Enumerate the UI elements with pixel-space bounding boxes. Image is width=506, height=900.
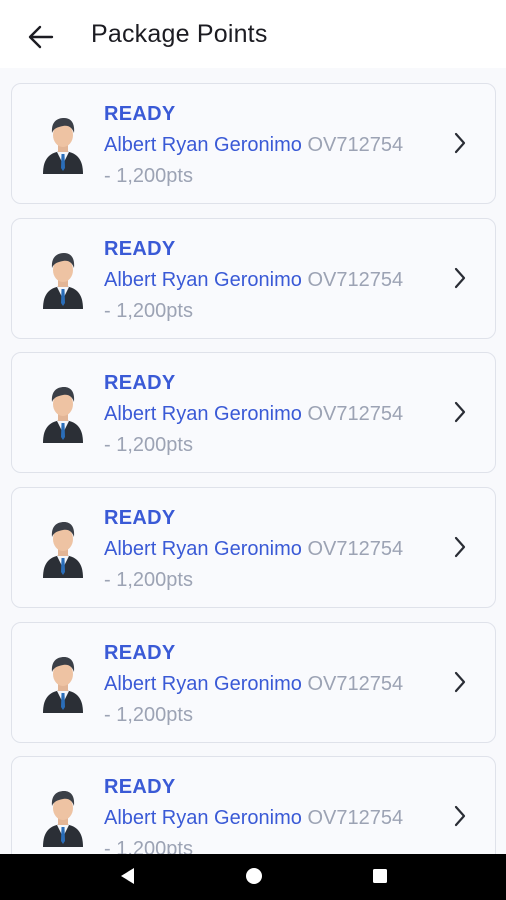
chevron-right-icon [454, 132, 466, 154]
package-card[interactable]: READY Albert Ryan Geronimo OV712754 - 1,… [11, 622, 496, 743]
businessman-avatar-icon [43, 387, 83, 443]
status-label: READY [104, 642, 176, 664]
member-line: Albert Ryan Geronimo OV712754 [104, 807, 403, 830]
package-list: READY Albert Ryan Geronimo OV712754 - 1,… [0, 68, 506, 854]
member-name: Albert Ryan Geronimo [104, 134, 302, 156]
system-navigation-bar [0, 854, 506, 900]
status-label: READY [104, 103, 176, 125]
package-card[interactable]: READY Albert Ryan Geronimo OV712754 - 1,… [11, 83, 496, 204]
points-value: - 1,200pts [104, 569, 193, 591]
chevron-right-icon [454, 536, 466, 558]
chevron-right-icon [454, 267, 466, 289]
member-name: Albert Ryan Geronimo [104, 538, 302, 560]
triangle-back-icon[interactable] [118, 866, 136, 886]
member-name: Albert Ryan Geronimo [104, 269, 302, 291]
package-card[interactable]: READY Albert Ryan Geronimo OV712754 - 1,… [11, 756, 496, 854]
back-button[interactable] [24, 20, 58, 54]
package-card[interactable]: READY Albert Ryan Geronimo OV712754 - 1,… [11, 487, 496, 608]
points-value: - 1,200pts [104, 300, 193, 322]
chevron-right-icon [454, 805, 466, 827]
circle-home-icon[interactable] [244, 866, 264, 886]
package-card[interactable]: READY Albert Ryan Geronimo OV712754 - 1,… [11, 352, 496, 473]
member-code: OV712754 [307, 673, 404, 695]
chevron-right-icon [454, 671, 466, 693]
businessman-avatar-icon [43, 522, 83, 578]
member-name: Albert Ryan Geronimo [104, 403, 302, 425]
app-bar: Package Points [0, 0, 506, 68]
points-value: - 1,200pts [104, 165, 193, 187]
member-code: OV712754 [307, 134, 404, 156]
member-code: OV712754 [307, 807, 404, 829]
member-code: OV712754 [307, 538, 404, 560]
status-label: READY [104, 507, 176, 529]
member-line: Albert Ryan Geronimo OV712754 [104, 134, 403, 157]
member-line: Albert Ryan Geronimo OV712754 [104, 538, 403, 561]
businessman-avatar-icon [43, 253, 83, 309]
status-label: READY [104, 372, 176, 394]
status-label: READY [104, 776, 176, 798]
square-recents-icon[interactable] [371, 866, 389, 886]
member-code: OV712754 [307, 269, 404, 291]
member-line: Albert Ryan Geronimo OV712754 [104, 673, 403, 696]
businessman-avatar-icon [43, 791, 83, 847]
status-label: READY [104, 238, 176, 260]
page-title: Package Points [91, 20, 268, 48]
member-name: Albert Ryan Geronimo [104, 807, 302, 829]
chevron-right-icon [454, 401, 466, 423]
businessman-avatar-icon [43, 657, 83, 713]
points-value: - 1,200pts [104, 434, 193, 456]
member-name: Albert Ryan Geronimo [104, 673, 302, 695]
businessman-avatar-icon [43, 118, 83, 174]
package-card[interactable]: READY Albert Ryan Geronimo OV712754 - 1,… [11, 218, 496, 339]
points-value: - 1,200pts [104, 704, 193, 726]
member-line: Albert Ryan Geronimo OV712754 [104, 403, 403, 426]
member-line: Albert Ryan Geronimo OV712754 [104, 269, 403, 292]
points-value: - 1,200pts [104, 838, 193, 854]
arrow-left-icon [28, 25, 54, 49]
member-code: OV712754 [307, 403, 404, 425]
